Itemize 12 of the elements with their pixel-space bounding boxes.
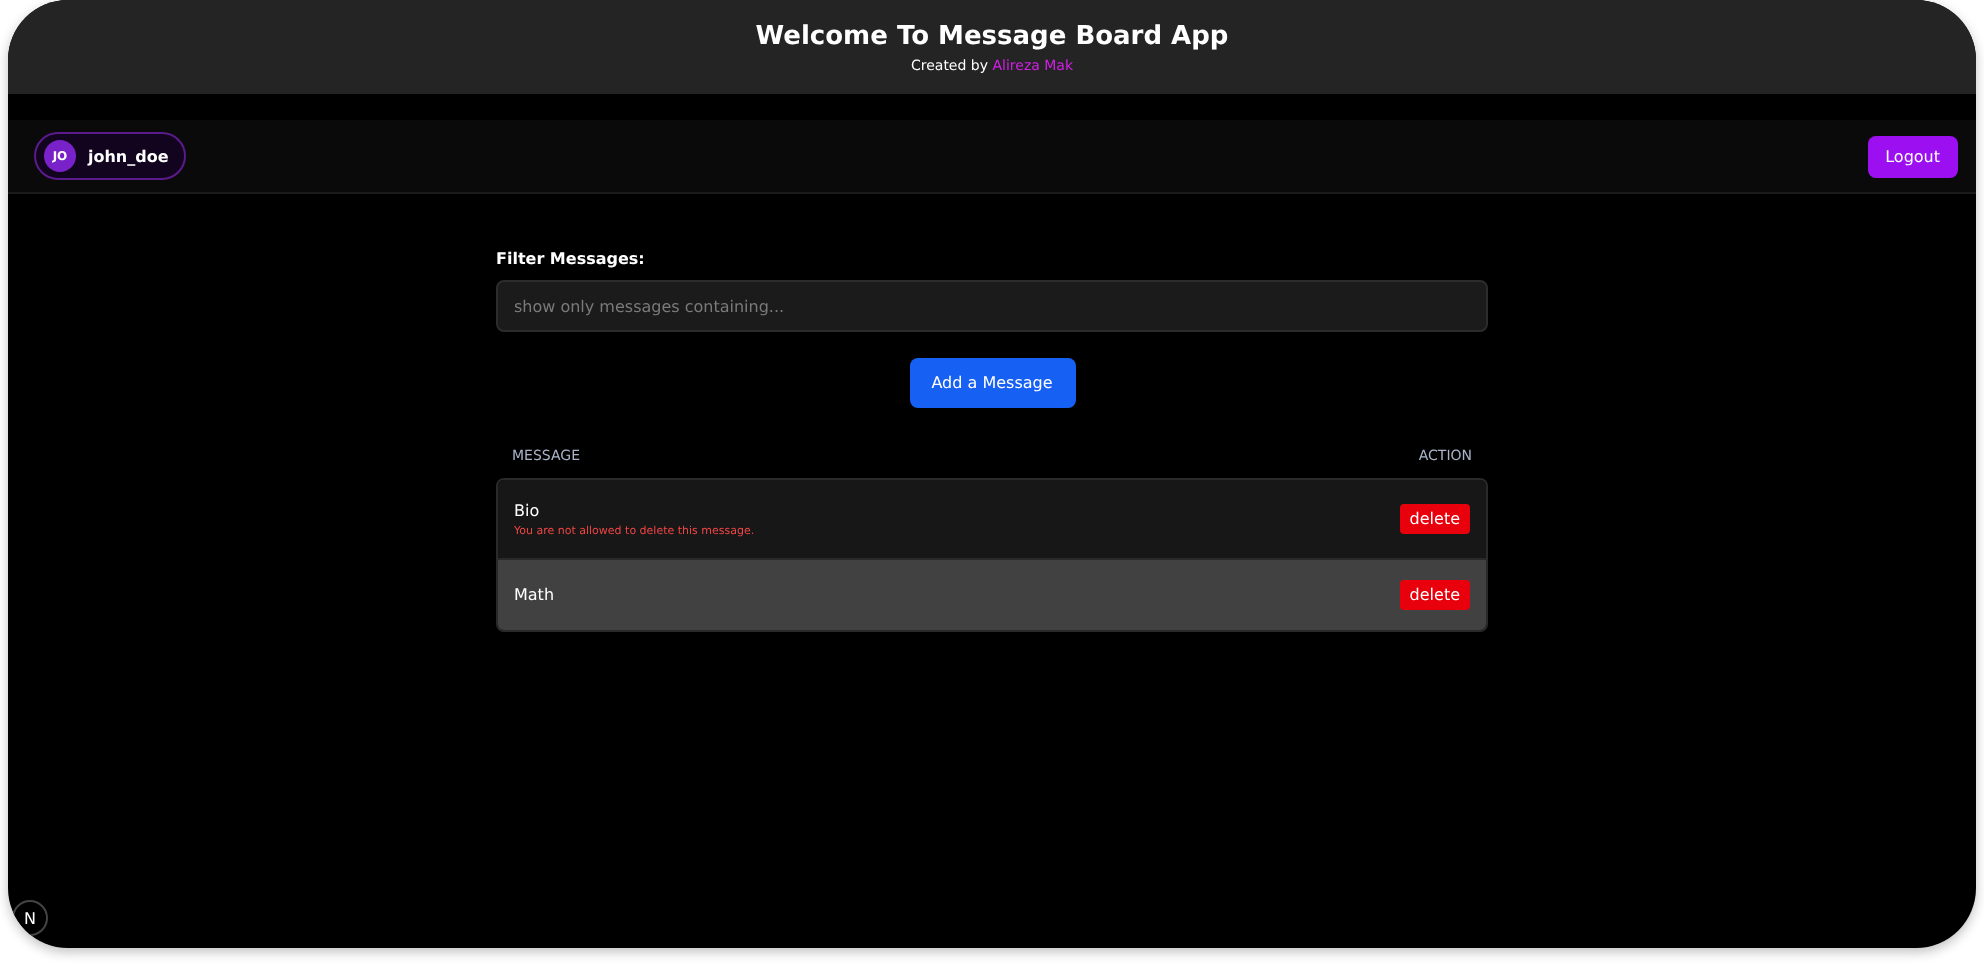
add-message-button[interactable]: Add a Message xyxy=(909,358,1075,408)
logout-button[interactable]: Logout xyxy=(1867,135,1958,177)
username: john_doe xyxy=(88,147,169,165)
filter-field[interactable]: show only messages containing... xyxy=(496,280,1488,332)
delete-button[interactable]: delete xyxy=(1399,580,1470,610)
filter-label: Filter Messages: xyxy=(496,250,647,268)
message-text: Math xyxy=(514,586,555,604)
delete-button[interactable]: delete xyxy=(1399,504,1470,534)
dev-badge[interactable]: N xyxy=(12,900,48,936)
app-title: Welcome To Message Board App xyxy=(755,21,1229,51)
message-text: Bio xyxy=(514,501,542,519)
message-row[interactable]: Math delete xyxy=(498,560,1486,630)
